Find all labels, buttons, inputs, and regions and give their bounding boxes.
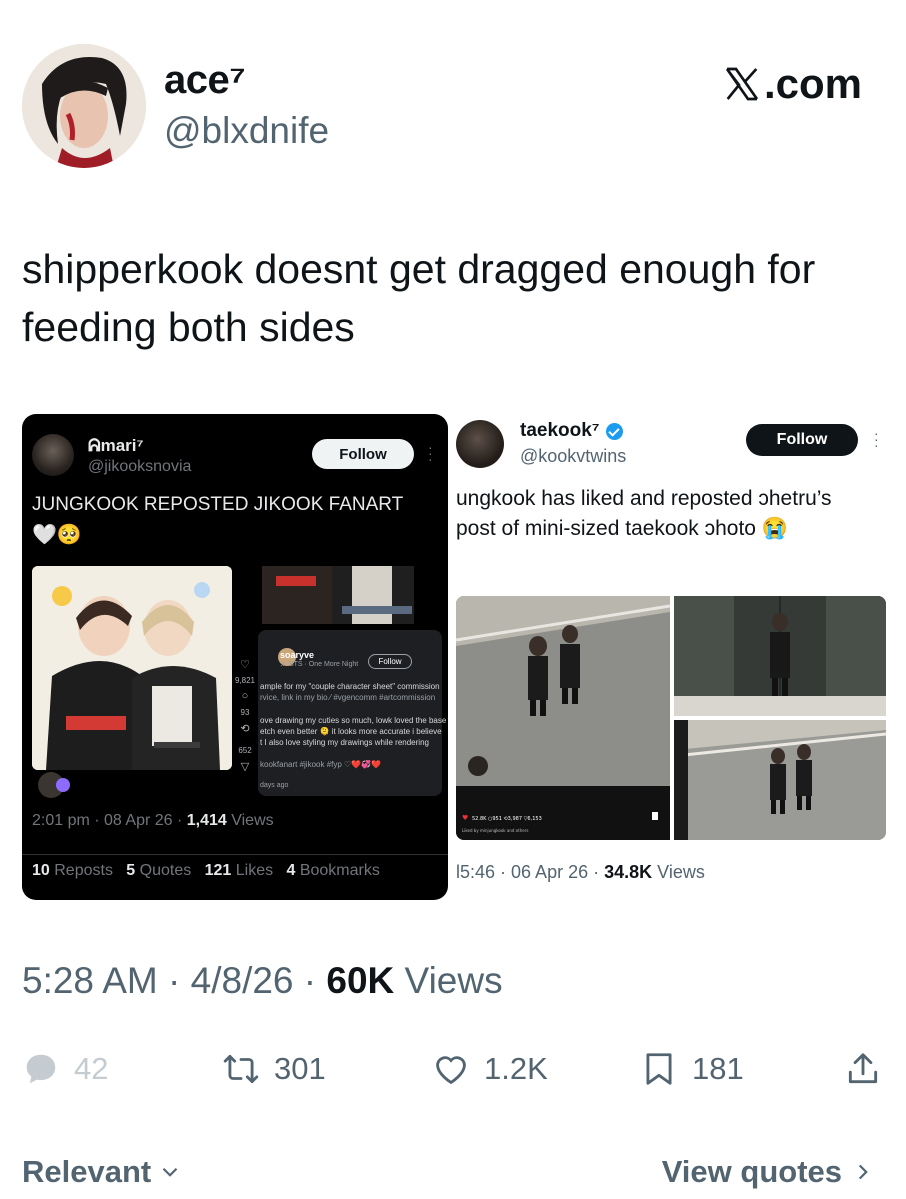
view-quotes-label[interactable]: View quotes bbox=[662, 1154, 842, 1190]
x-logo-icon bbox=[725, 67, 759, 101]
inner-username[interactable]: soaryve bbox=[280, 650, 314, 660]
tweet-views-label: Views bbox=[394, 960, 503, 1001]
bookmark-button[interactable]: 181 bbox=[640, 1050, 744, 1088]
quoted-views-label: Views bbox=[652, 862, 705, 882]
quoted-timestamp[interactable]: l5:46 · 06 Apr 26 · bbox=[456, 862, 604, 882]
inner-caption-line: etch even better 🫠 it looks more accurat… bbox=[260, 727, 442, 736]
post-image[interactable]: ♥ 52.8K ○951 ⟲3,987 ▽6,153 Liked by minj… bbox=[456, 596, 670, 840]
quoted-views-label: Views bbox=[226, 812, 274, 829]
bookmark-count: 181 bbox=[692, 1051, 744, 1086]
bookmark-icon bbox=[646, 1053, 672, 1085]
inner-caption-line: rvice, link in my bio ⁄ #vgencomm #artco… bbox=[260, 693, 436, 702]
quotes-label[interactable]: Quotes bbox=[140, 862, 192, 879]
inner-caption-line: ove drawing my cuties so much, lowk love… bbox=[260, 716, 447, 725]
repost-button[interactable]: 301 bbox=[222, 1050, 326, 1088]
x-com-logo: .com bbox=[722, 60, 862, 108]
quoted-author-handle[interactable]: @kookvtwins bbox=[520, 446, 626, 467]
heart-icon[interactable]: ♡ bbox=[232, 658, 258, 671]
reposts-count[interactable]: 10 bbox=[32, 862, 50, 879]
inner-tiktok-panel: soaryve ♬ BTS · One More Night Follow am… bbox=[258, 630, 446, 796]
bookmarks-count[interactable]: 4 bbox=[286, 862, 295, 879]
reply-count: 42 bbox=[74, 1051, 109, 1086]
svg-text:Liked by minjungkook and other: Liked by minjungkook and others bbox=[462, 828, 528, 833]
quoted-post-emojis: 🤍🥺 bbox=[32, 524, 82, 546]
author-name[interactable]: ace⁷ bbox=[164, 58, 246, 103]
comment-icon[interactable]: ○ bbox=[232, 690, 258, 702]
quoted-author-name[interactable]: taekook⁷ bbox=[520, 420, 623, 442]
view-quotes-link[interactable]: View quotes bbox=[662, 1154, 876, 1190]
quotes-count[interactable]: 5 bbox=[126, 862, 135, 879]
heart-icon bbox=[436, 1056, 466, 1085]
inner-hashtags: kookfanart #jikook #fyp ♡❤️💞❤️ bbox=[260, 760, 382, 769]
tweet-timestamp[interactable]: 5:28 AM · 4/8/26 · bbox=[22, 960, 326, 1001]
quoted-avatar[interactable] bbox=[456, 420, 504, 468]
inner-days-ago: days ago bbox=[260, 782, 289, 789]
verified-badge-icon bbox=[605, 422, 623, 440]
follow-button[interactable]: Follow bbox=[312, 439, 414, 469]
quoted-views-count: 34.8K bbox=[604, 862, 653, 882]
inner-action-rail: ♡ 9,821 ○ 93 ⟲ 652 ▽ bbox=[232, 630, 258, 790]
repost-count: 301 bbox=[274, 1051, 326, 1086]
author-avatar[interactable] bbox=[22, 44, 146, 168]
liker-avatar bbox=[56, 778, 70, 792]
repost-icon bbox=[223, 1054, 259, 1084]
inner-comment-count: 93 bbox=[240, 708, 250, 717]
chevron-down-icon bbox=[162, 1167, 178, 1177]
quoted-timestamp[interactable]: 2:01 pm · 08 Apr 26 · bbox=[32, 812, 187, 829]
author-handle[interactable]: @blxdnife bbox=[164, 110, 329, 152]
fanart-image[interactable] bbox=[32, 566, 232, 770]
inner-repost-count: 652 bbox=[238, 746, 252, 755]
follow-button[interactable]: Follow bbox=[746, 424, 858, 456]
quoted-author-name[interactable]: ᕱmari⁷ bbox=[88, 436, 144, 456]
post-image[interactable] bbox=[674, 720, 886, 840]
inner-sound[interactable]: ♬ BTS · One More Night bbox=[280, 661, 358, 668]
quoted-post-stats: 10 Reposts 5 Quotes 121 Likes 4 Bookmark… bbox=[32, 862, 380, 880]
fanart-thumbnail[interactable] bbox=[262, 566, 414, 624]
post-image[interactable] bbox=[674, 596, 886, 716]
like-count: 1.2K bbox=[484, 1051, 548, 1086]
inner-caption-line: ample for my "couple character sheet" co… bbox=[260, 682, 440, 691]
chevron-right-icon bbox=[858, 1164, 868, 1180]
quoted-post-left[interactable]: ᕱmari⁷ @jikooksnovia Follow · · · JUNGKOOK… bbox=[22, 414, 448, 900]
tweet-text: shipperkook doesnt get dragged enough fo… bbox=[22, 246, 816, 350]
source-label: .com bbox=[763, 60, 862, 107]
inner-like-count: 9,821 bbox=[234, 676, 256, 685]
sort-label[interactable]: Relevant bbox=[22, 1154, 151, 1190]
reposts-label[interactable]: Reposts bbox=[54, 862, 113, 879]
likes-count[interactable]: 121 bbox=[205, 862, 232, 879]
quoted-post-right[interactable]: taekook⁷ @kookvtwins Follow · · · ungkook … bbox=[452, 414, 886, 900]
more-icon[interactable]: · · · bbox=[428, 440, 433, 466]
quoted-post-text: JUNGKOOK REPOSTED JIKOOK FANART bbox=[32, 494, 404, 515]
share-icon bbox=[848, 1053, 878, 1084]
quoted-views-count: 1,414 bbox=[186, 812, 227, 829]
reply-icon bbox=[26, 1054, 56, 1084]
quoted-post-meta: 2:01 pm · 08 Apr 26 · 1,414 Views bbox=[32, 812, 274, 830]
tweet-meta: 5:28 AM · 4/8/26 · 60K Views bbox=[22, 960, 503, 1002]
quoted-post-text: ungkook has liked and reposted ɔhetru’s … bbox=[456, 487, 832, 540]
quoted-author-handle[interactable]: @jikooksnovia bbox=[88, 458, 191, 476]
inner-caption-line: t I also love styling my drawings while … bbox=[260, 738, 429, 747]
share-icon[interactable]: ▽ bbox=[232, 760, 258, 773]
quoted-author-name-text[interactable]: taekook⁷ bbox=[520, 420, 600, 442]
bookmarks-label[interactable]: Bookmarks bbox=[300, 862, 380, 879]
share-button[interactable] bbox=[844, 1050, 896, 1088]
like-button[interactable]: 1.2K bbox=[432, 1050, 548, 1088]
action-bar: 42 301 1.2K 181 bbox=[22, 1050, 886, 1094]
likes-label[interactable]: Likes bbox=[236, 862, 273, 879]
svg-text:♥: ♥ bbox=[462, 814, 468, 822]
repost-icon[interactable]: ⟲ bbox=[232, 722, 258, 735]
quoted-post-meta: l5:46 · 06 Apr 26 · 34.8K Views bbox=[456, 862, 705, 883]
more-icon[interactable]: · · · bbox=[874, 426, 879, 452]
sort-relevant-dropdown[interactable]: Relevant bbox=[22, 1154, 183, 1190]
divider bbox=[22, 854, 448, 855]
reply-button[interactable]: 42 bbox=[22, 1050, 108, 1088]
quoted-avatar[interactable] bbox=[32, 434, 74, 476]
svg-text:52.8K ○951 ⟲3,987 ▽6,153: 52.8K ○951 ⟲3,987 ▽6,153 bbox=[472, 816, 542, 822]
tweet-views-count: 60K bbox=[326, 960, 395, 1001]
inner-follow-button[interactable]: Follow bbox=[368, 654, 412, 669]
